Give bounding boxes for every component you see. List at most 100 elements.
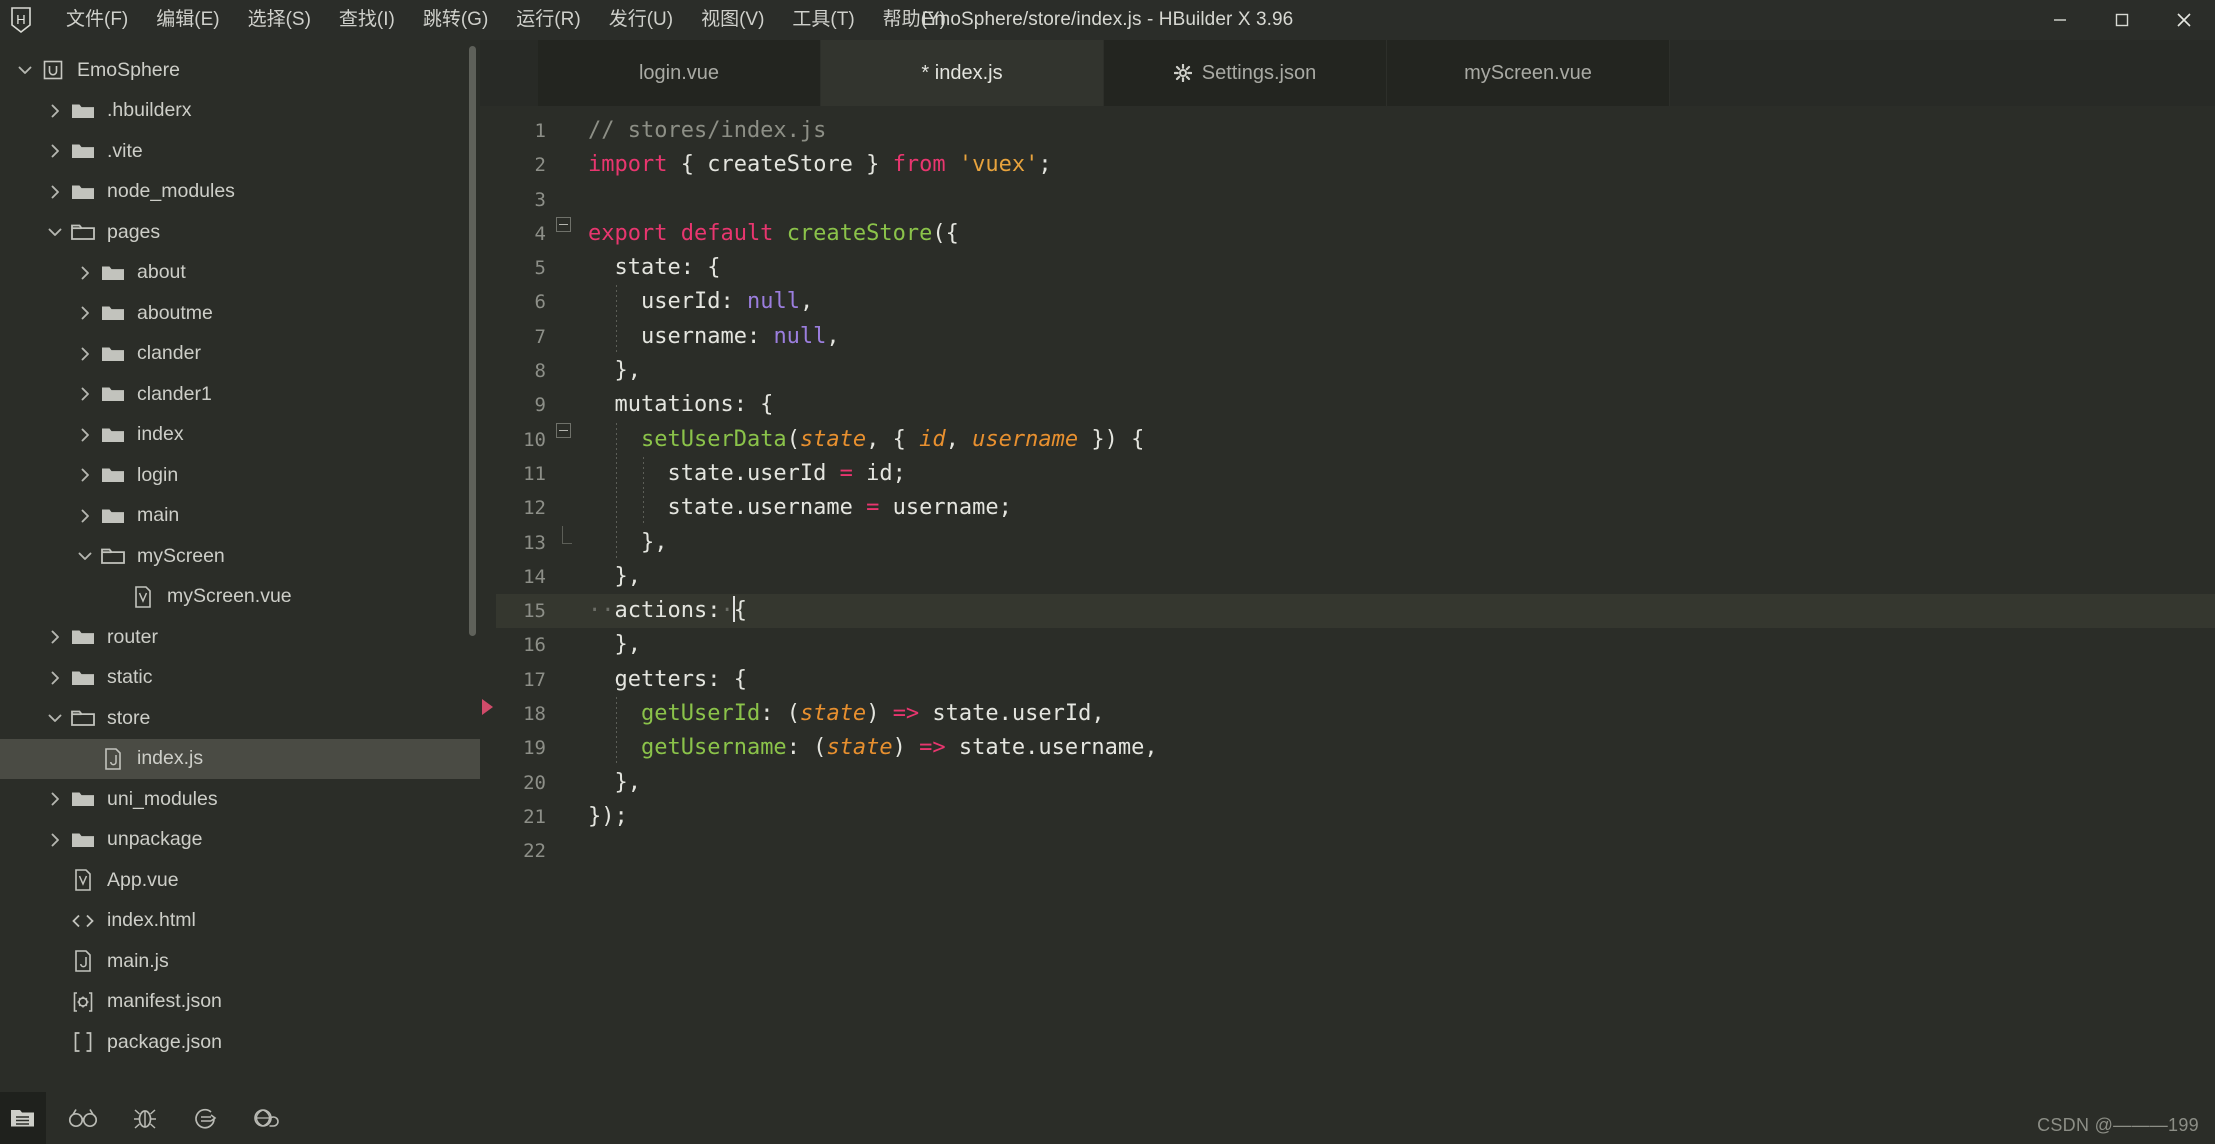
tree-folder-item[interactable]: index <box>0 415 480 456</box>
tree-file-item[interactable]: index.html <box>0 901 480 942</box>
menu-goto[interactable]: 跳转(G) <box>409 5 502 36</box>
file-tree[interactable]: EmoSphere .hbuilderx .vite node_modules page… <box>0 40 480 1092</box>
code-line[interactable]: 4 export default createStore({ <box>496 216 2215 251</box>
code-line[interactable]: 20 }, <box>496 766 2215 800</box>
code-line[interactable]: 5 state: { <box>496 251 2215 285</box>
editor-tab[interactable]: myScreen.vue <box>1387 40 1670 106</box>
tree-folder-item[interactable]: myScreen <box>0 536 480 577</box>
code-lines[interactable]: 1 // stores/index.js 2 import { createStore… <box>496 106 2215 1144</box>
editor-tab[interactable]: Settings.json <box>1104 40 1387 106</box>
code-line[interactable]: 22 <box>496 834 2215 868</box>
code-line[interactable]: 17 getters: { <box>496 663 2215 697</box>
fold-collapse-icon[interactable] <box>548 216 578 232</box>
menu-help[interactable]: 帮助(Y) <box>869 5 960 36</box>
chevron-right-icon[interactable] <box>42 832 68 848</box>
code-line[interactable]: 8 }, <box>496 354 2215 388</box>
tree-folder-item[interactable]: uni_modules <box>0 779 480 820</box>
chevron-right-icon[interactable] <box>72 508 98 524</box>
chevron-down-icon[interactable] <box>12 62 38 78</box>
code-line[interactable]: 10 setUserData(state, { id, username }) … <box>496 422 2215 457</box>
editor-tab-strip[interactable]: login.vue * index.js Settings.json myScreen… <box>480 40 2215 106</box>
chevron-right-icon[interactable] <box>72 265 98 281</box>
chevron-down-icon[interactable] <box>72 548 98 564</box>
terminal-panel-icon[interactable] <box>192 1106 218 1130</box>
fold-collapse-icon[interactable] <box>548 422 578 438</box>
editor-tab[interactable]: * index.js <box>821 40 1104 106</box>
tree-folder-item[interactable]: store <box>0 698 480 739</box>
chevron-right-icon[interactable] <box>42 103 68 119</box>
menu-select[interactable]: 选择(S) <box>234 5 325 36</box>
close-button[interactable] <box>2153 0 2215 40</box>
tree-folder-item[interactable]: .vite <box>0 131 480 172</box>
search-panel-icon[interactable] <box>68 1107 98 1129</box>
chevron-right-icon[interactable] <box>42 791 68 807</box>
menu-file[interactable]: 文件(F) <box>52 5 142 36</box>
code-line[interactable]: 18 getUserId: (state) => state.userId, <box>496 697 2215 732</box>
tree-folder-item[interactable]: aboutme <box>0 293 480 334</box>
maximize-button[interactable] <box>2091 0 2153 40</box>
tree-folder-item[interactable]: clander <box>0 334 480 375</box>
bookmark-gutter[interactable] <box>480 106 496 1144</box>
tree-item-label: index <box>137 423 184 445</box>
code-line[interactable]: 3 <box>496 183 2215 217</box>
chevron-right-icon[interactable] <box>42 670 68 686</box>
chevron-right-icon[interactable] <box>72 305 98 321</box>
code-line[interactable]: 13 }, <box>496 525 2215 560</box>
code-line[interactable]: 12 state.username = username; <box>496 491 2215 526</box>
code-line[interactable]: 19 getUsername: (state) => state.usernam… <box>496 731 2215 766</box>
chevron-right-icon[interactable] <box>72 386 98 402</box>
code-token-pun <box>588 427 641 452</box>
code-line[interactable]: 2 import { createStore } from 'vuex'; <box>496 148 2215 182</box>
tree-folder-item[interactable]: login <box>0 455 480 496</box>
code-line[interactable]: 1 // stores/index.js <box>496 114 2215 148</box>
minimize-button[interactable] <box>2029 0 2091 40</box>
sidebar-scrollbar[interactable] <box>469 46 476 1120</box>
tree-file-item[interactable]: package.json <box>0 1022 480 1063</box>
code-line[interactable]: 6 userId: null, <box>496 285 2215 320</box>
explorer-panel-icon[interactable] <box>0 1092 46 1144</box>
chevron-right-icon[interactable] <box>72 346 98 362</box>
menu-find[interactable]: 查找(I) <box>325 5 409 36</box>
chevron-right-icon[interactable] <box>42 143 68 159</box>
code-line[interactable]: 21}); <box>496 800 2215 834</box>
network-panel-icon[interactable] <box>252 1106 280 1130</box>
code-editor[interactable]: 1 // stores/index.js 2 import { createStore… <box>480 106 2215 1144</box>
menu-view[interactable]: 视图(V) <box>687 5 778 36</box>
code-line[interactable]: 15 ··actions:·{ <box>496 594 2215 629</box>
tree-folder-item[interactable]: node_modules <box>0 172 480 213</box>
code-line[interactable]: 16 }, <box>496 628 2215 662</box>
code-line[interactable]: 9 mutations: { <box>496 388 2215 422</box>
tree-folder-item[interactable]: main <box>0 496 480 537</box>
tree-file-item[interactable]: manifest.json <box>0 982 480 1023</box>
tree-folder-item[interactable]: unpackage <box>0 820 480 861</box>
debug-panel-icon[interactable] <box>132 1106 158 1130</box>
code-line[interactable]: 14 }, <box>496 560 2215 594</box>
tree-folder-item[interactable]: .hbuilderx <box>0 91 480 132</box>
tree-folder-item[interactable]: EmoSphere <box>0 50 480 91</box>
tree-file-item[interactable]: index.js <box>0 738 480 779</box>
menu-run[interactable]: 运行(R) <box>502 5 594 36</box>
tree-folder-item[interactable]: router <box>0 617 480 658</box>
tree-folder-item[interactable]: about <box>0 253 480 294</box>
menu-edit[interactable]: 编辑(E) <box>142 5 233 36</box>
code-line[interactable]: 11 state.userId = id; <box>496 456 2215 492</box>
tree-folder-item[interactable]: static <box>0 658 480 699</box>
editor-tab[interactable]: login.vue <box>538 40 821 106</box>
chevron-right-icon[interactable] <box>72 427 98 443</box>
menu-tools[interactable]: 工具(T) <box>778 5 868 36</box>
code-line[interactable]: 7 username: null, <box>496 319 2215 355</box>
tree-file-item[interactable]: main.js <box>0 941 480 982</box>
chevron-right-icon[interactable] <box>72 467 98 483</box>
code-token-op: => <box>919 735 946 761</box>
tree-file-item[interactable]: myScreen.vue <box>0 577 480 618</box>
tree-folder-item[interactable]: pages <box>0 212 480 253</box>
chevron-right-icon[interactable] <box>42 629 68 645</box>
tree-file-item[interactable]: App.vue <box>0 860 480 901</box>
chevron-down-icon[interactable] <box>42 710 68 726</box>
sidebar-scrollbar-thumb[interactable] <box>469 46 476 636</box>
chevron-right-icon[interactable] <box>42 184 68 200</box>
tree-folder-item[interactable]: clander1 <box>0 374 480 415</box>
chevron-down-icon[interactable] <box>42 224 68 240</box>
menu-publish[interactable]: 发行(U) <box>595 5 687 36</box>
code-token-prop: username <box>879 495 999 521</box>
